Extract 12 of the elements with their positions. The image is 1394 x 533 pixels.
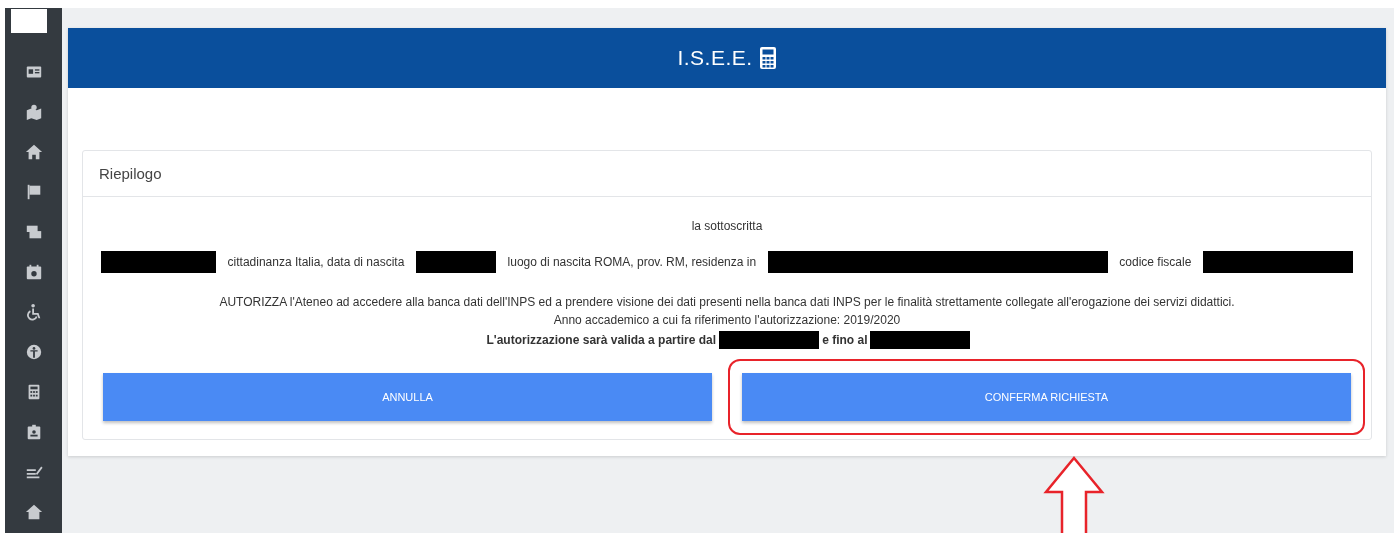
page-title: I.S.E.E. [677, 46, 753, 70]
intro-text: la sottoscritta [691, 219, 763, 233]
detail-text: codice fiscale [1119, 255, 1192, 269]
detail-text: cittadinanza Italia, data di nascita [227, 255, 405, 269]
confirm-button[interactable]: CONFERMA RICHIESTA [742, 373, 1351, 421]
authorization-text: AUTORIZZA l'Ateneo ad accedere alla banca dati dell'INPS ed a prendere visione dei dati presenti nella banca dati INPS per le finalità strettamente collegate all'erogazione dei servizi didattici. [219, 295, 1235, 309]
academic-year-text: Anno accademico a cui fa riferimento l'autorizzazione: 2019/2020 [553, 313, 901, 327]
detail-text: luogo di nascita ROMA, prov. RM, residenza in [507, 255, 757, 269]
detail-text: L'autorizzazione sarà valida a partire dal [486, 333, 717, 347]
card-title: Riepilogo [83, 151, 1371, 197]
detail-text: e fino al [822, 333, 868, 347]
cancel-button[interactable]: ANNULLA [103, 373, 712, 421]
